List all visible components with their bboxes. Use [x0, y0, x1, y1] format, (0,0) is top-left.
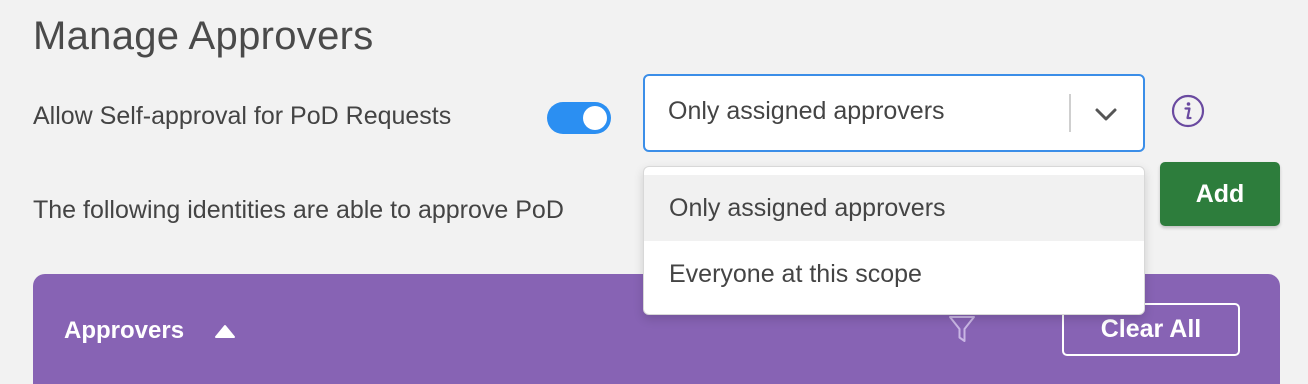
self-approval-select[interactable]: Only assigned approvers: [643, 74, 1145, 152]
chevron-down-icon[interactable]: [1093, 102, 1119, 126]
select-separator: [1069, 94, 1071, 132]
dropdown-option-everyone[interactable]: Everyone at this scope: [644, 241, 1144, 307]
identities-description: The following identities are able to app…: [33, 196, 564, 224]
select-value: Only assigned approvers: [668, 97, 945, 125]
info-icon[interactable]: [1171, 94, 1205, 128]
filter-icon[interactable]: [948, 314, 976, 344]
self-approval-toggle[interactable]: [547, 102, 611, 134]
self-approval-label: Allow Self-approval for PoD Requests: [33, 102, 452, 130]
add-button[interactable]: Add: [1160, 162, 1280, 226]
toggle-knob: [583, 106, 607, 130]
dropdown-option-only-assigned[interactable]: Only assigned approvers: [644, 175, 1144, 241]
approvers-column-header[interactable]: Approvers: [64, 317, 184, 345]
page-title: Manage Approvers: [33, 14, 374, 58]
self-approval-dropdown-menu: Only assigned approvers Everyone at this…: [643, 166, 1145, 315]
sort-ascending-icon[interactable]: [213, 323, 237, 339]
